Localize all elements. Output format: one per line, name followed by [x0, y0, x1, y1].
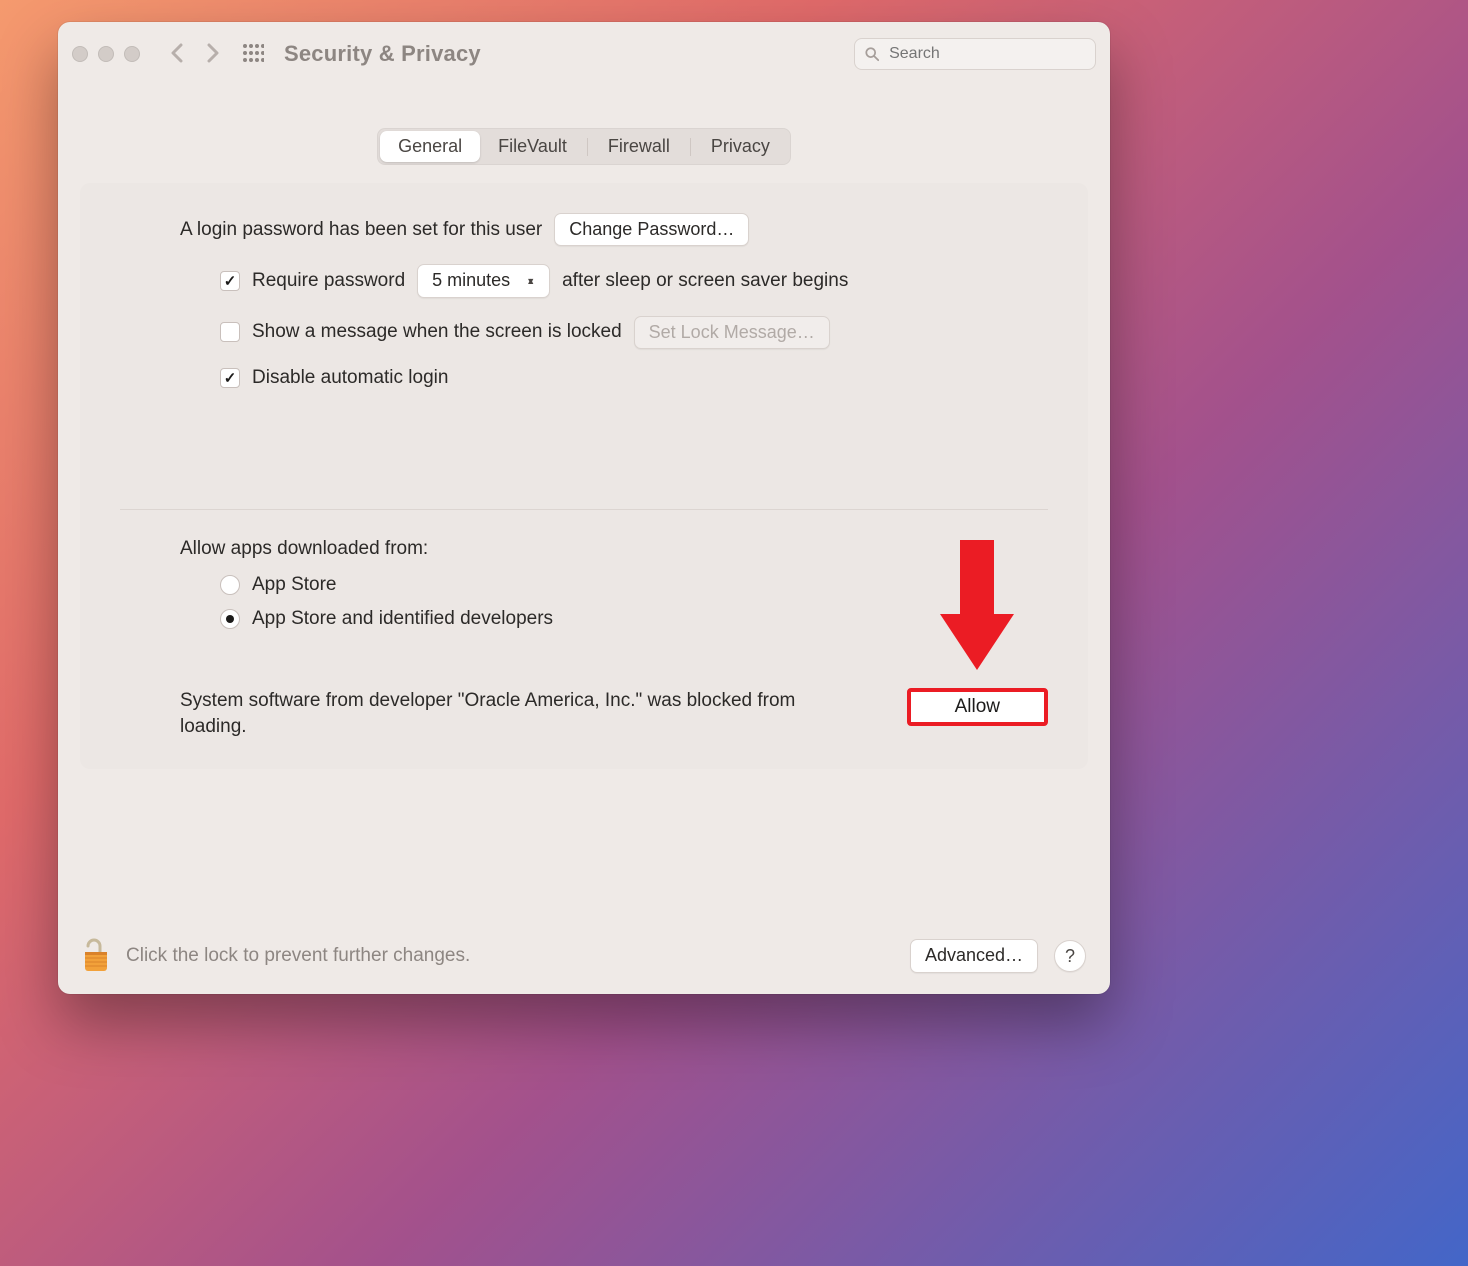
- allow-apps-identified-radio[interactable]: [220, 609, 240, 629]
- system-preferences-window: Security & Privacy General FileVault Fir…: [58, 22, 1110, 994]
- forward-button[interactable]: [200, 41, 226, 67]
- general-panel: A login password has been set for this u…: [80, 183, 1088, 769]
- require-password-label: Require password: [252, 270, 405, 292]
- close-window-button[interactable]: [72, 46, 88, 62]
- search-icon: [865, 46, 879, 62]
- search-field[interactable]: [854, 38, 1096, 70]
- disable-auto-login-checkbox[interactable]: [220, 368, 240, 388]
- lock-icon[interactable]: [82, 938, 110, 974]
- tab-filevault[interactable]: FileVault: [480, 131, 585, 162]
- toolbar: Security & Privacy: [58, 22, 1110, 86]
- after-sleep-label: after sleep or screen saver begins: [562, 270, 848, 292]
- help-button[interactable]: ?: [1054, 940, 1086, 972]
- blocked-software-message: System software from developer "Oracle A…: [180, 688, 820, 739]
- advanced-button[interactable]: Advanced…: [910, 939, 1038, 972]
- show-lock-message-checkbox[interactable]: [220, 322, 240, 342]
- window-controls: [72, 46, 140, 62]
- allow-apps-appstore-label: App Store: [252, 574, 337, 596]
- annotation-arrow-icon: [932, 540, 1022, 680]
- show-lock-message-label: Show a message when the screen is locked: [252, 321, 622, 343]
- require-password-delay-value: 5 minutes: [432, 269, 510, 292]
- disable-auto-login-label: Disable automatic login: [252, 367, 448, 389]
- allow-apps-appstore-radio[interactable]: [220, 575, 240, 595]
- login-password-label: A login password has been set for this u…: [180, 219, 542, 241]
- lock-hint-text: Click the lock to prevent further change…: [126, 945, 470, 967]
- search-input[interactable]: [887, 44, 1085, 64]
- set-lock-message-button: Set Lock Message…: [634, 316, 830, 349]
- require-password-checkbox[interactable]: [220, 271, 240, 291]
- zoom-window-button[interactable]: [124, 46, 140, 62]
- window-title: Security & Privacy: [284, 41, 481, 67]
- allow-apps-identified-label: App Store and identified developers: [252, 608, 553, 630]
- tab-general[interactable]: General: [380, 131, 480, 162]
- divider: [120, 509, 1048, 510]
- require-password-delay-select[interactable]: 5 minutes ▲▼: [417, 264, 550, 297]
- tab-bar: General FileVault Firewall Privacy: [377, 128, 791, 165]
- tab-firewall[interactable]: Firewall: [590, 131, 688, 162]
- change-password-button[interactable]: Change Password…: [554, 213, 749, 246]
- allow-apps-title: Allow apps downloaded from:: [180, 538, 1048, 560]
- show-all-icon[interactable]: [242, 43, 264, 65]
- allow-button[interactable]: Allow: [907, 688, 1048, 726]
- back-button[interactable]: [164, 41, 190, 67]
- tab-privacy[interactable]: Privacy: [693, 131, 788, 162]
- minimize-window-button[interactable]: [98, 46, 114, 62]
